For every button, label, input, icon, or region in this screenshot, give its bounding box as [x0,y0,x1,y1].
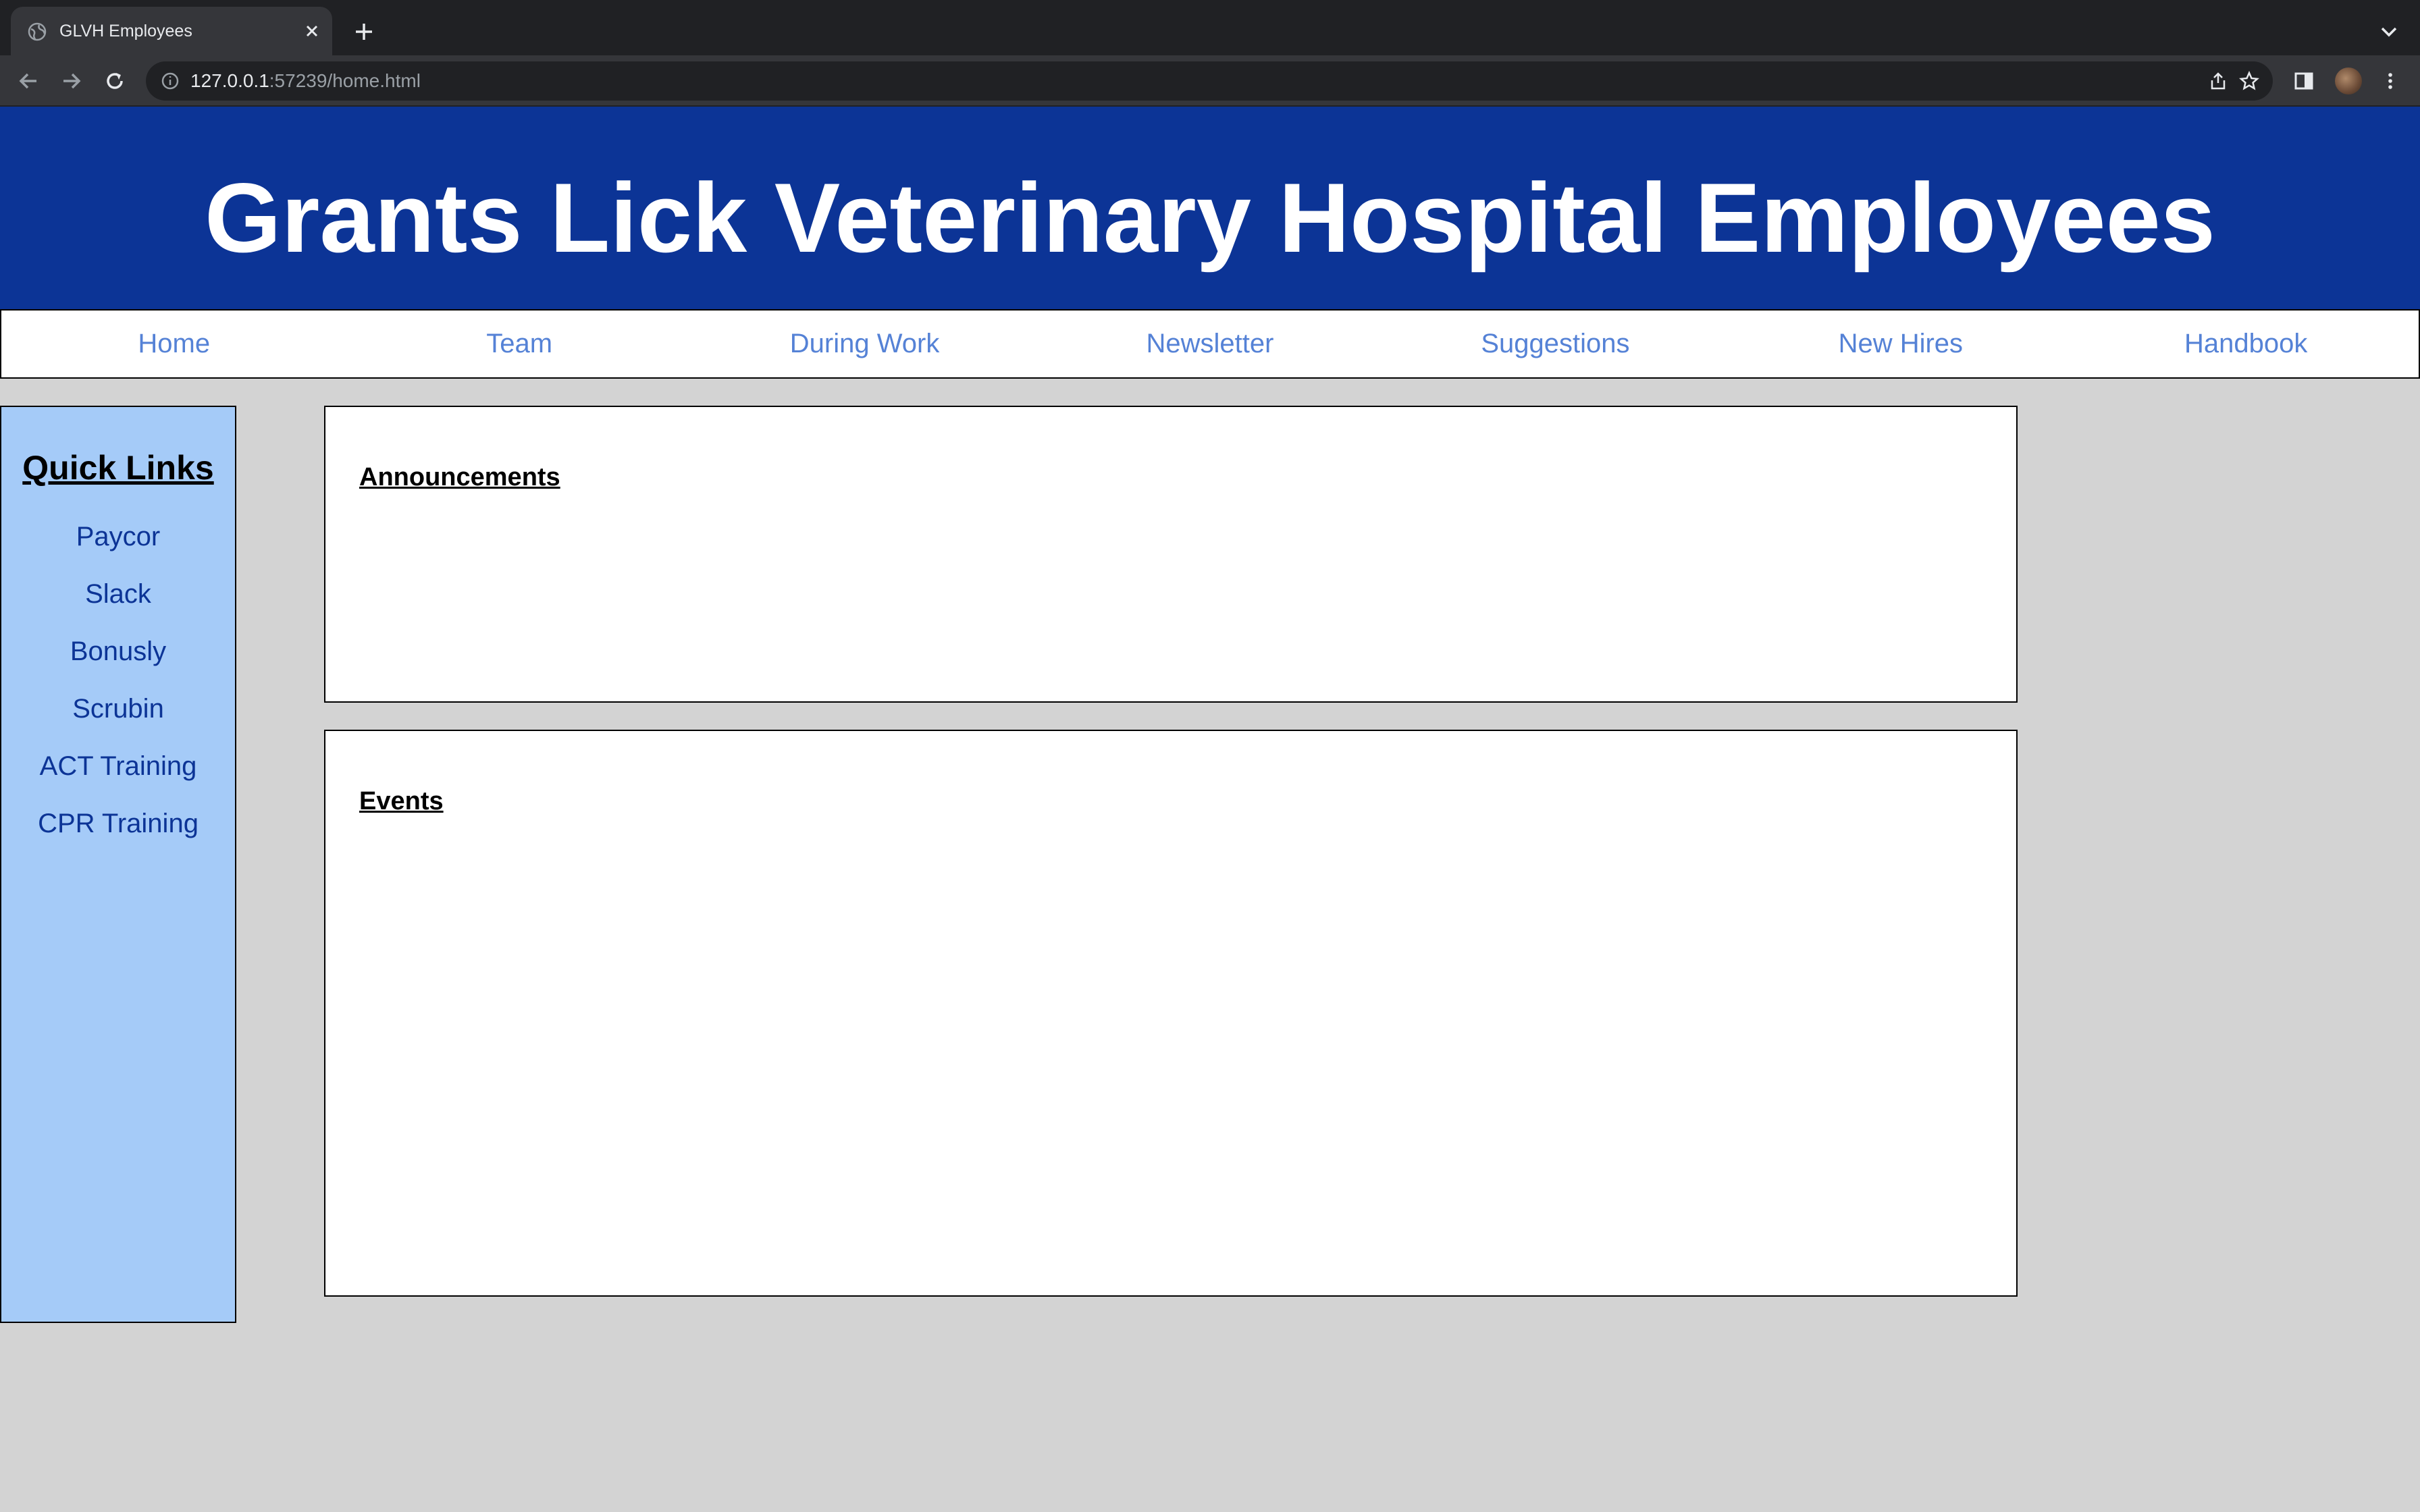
url-text: 127.0.0.1:57239/home.html [190,70,421,92]
new-tab-icon[interactable] [352,20,375,43]
main-nav: Home Team During Work Newsletter Suggest… [0,309,2420,379]
quick-link-scrubin[interactable]: Scrubin [1,680,235,738]
announcements-panel: Announcements [324,406,2018,703]
nav-handbook[interactable]: Handbook [2074,310,2419,377]
reload-icon[interactable] [103,69,127,93]
quick-link-bonusly[interactable]: Bonusly [1,623,235,680]
close-icon[interactable] [302,22,321,40]
side-panel-icon[interactable] [2293,70,2315,92]
nav-during-work[interactable]: During Work [692,310,1037,377]
quick-link-cpr-training[interactable]: CPR Training [1,795,235,853]
globe-icon [28,22,47,41]
nav-new-hires[interactable]: New Hires [1728,310,2073,377]
quick-links-list: Paycor Slack Bonusly Scrubin ACT Trainin… [1,508,235,853]
address-bar[interactable]: 127.0.0.1:57239/home.html [146,61,2273,101]
quick-links-sidebar: Quick Links Paycor Slack Bonusly Scrubin… [0,406,236,1323]
announcements-heading: Announcements [359,463,560,491]
share-icon[interactable] [2208,71,2228,91]
quick-link-paycor[interactable]: Paycor [1,508,235,566]
events-heading: Events [359,787,444,815]
header-banner: Grants Lick Veterinary Hospital Employee… [0,107,2420,309]
url-host: 127.0.0.1 [190,70,269,91]
nav-team[interactable]: Team [346,310,691,377]
back-arrow-icon[interactable] [16,69,41,93]
browser-tabstrip: GLVH Employees [0,0,2420,55]
more-menu-icon[interactable] [2379,70,2401,92]
browser-toolbar: 127.0.0.1:57239/home.html [0,55,2420,107]
chevron-down-icon[interactable] [2379,24,2398,39]
quick-link-act-training[interactable]: ACT Training [1,738,235,795]
quick-link-slack[interactable]: Slack [1,566,235,623]
browser-tab[interactable]: GLVH Employees [11,7,332,55]
nav-home[interactable]: Home [1,310,346,377]
forward-arrow-icon[interactable] [59,69,84,93]
quick-links-title: Quick Links [22,449,214,487]
page: Grants Lick Veterinary Hospital Employee… [0,107,2420,1512]
star-icon[interactable] [2239,71,2259,91]
page-title: Grants Lick Veterinary Hospital Employee… [205,163,2215,273]
profile-avatar[interactable] [2335,68,2362,94]
events-panel: Events [324,730,2018,1297]
url-path: :57239/home.html [269,70,421,91]
info-icon[interactable] [161,72,180,90]
nav-newsletter[interactable]: Newsletter [1037,310,1382,377]
nav-suggestions[interactable]: Suggestions [1383,310,1728,377]
tab-title: GLVH Employees [59,22,192,40]
